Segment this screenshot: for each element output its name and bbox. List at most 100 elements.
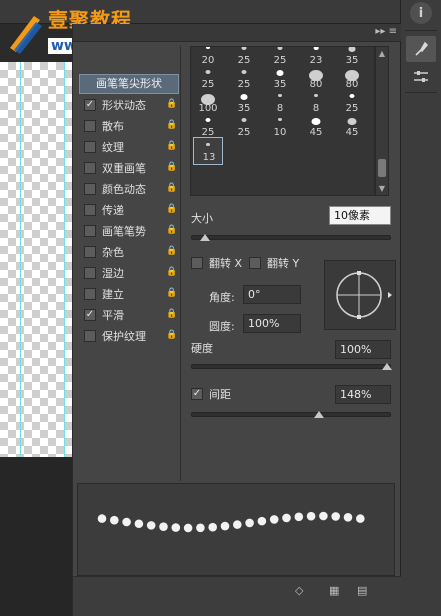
brush-tip-icon bbox=[349, 94, 355, 98]
size-slider-handle[interactable] bbox=[199, 234, 210, 241]
brush-option-row[interactable]: 保护纹理 🔒 bbox=[79, 325, 179, 346]
option-checkbox[interactable]: ✓ bbox=[84, 98, 96, 111]
lock-icon[interactable]: 🔒 bbox=[166, 226, 177, 235]
brush-preset[interactable]: 45 bbox=[301, 113, 331, 138]
brush-option-row[interactable]: 颜色动态 🔒 bbox=[79, 178, 179, 199]
brush-preset[interactable]: 8 bbox=[301, 89, 331, 114]
brush-icon[interactable] bbox=[406, 36, 436, 62]
brush-option-row[interactable]: ✓ 平滑 🔒 bbox=[79, 304, 179, 325]
option-checkbox[interactable] bbox=[84, 266, 96, 279]
brush-preset[interactable]: 13 bbox=[193, 137, 223, 165]
flip-x-option[interactable]: 翻转 X bbox=[191, 255, 242, 271]
option-checkbox[interactable] bbox=[84, 182, 96, 195]
brush-option-row[interactable]: 双重画笔 🔒 bbox=[79, 157, 179, 178]
brush-preset[interactable]: 20 bbox=[193, 47, 223, 66]
grid-icon[interactable]: ▦ bbox=[329, 585, 343, 597]
brush-preset[interactable]: 25 bbox=[265, 47, 295, 66]
brush-option-row[interactable]: 传递 🔒 bbox=[79, 199, 179, 220]
panel-menu-icon[interactable]: ▸▸ ≡ bbox=[375, 26, 397, 37]
brush-preset[interactable]: 25 bbox=[193, 113, 223, 138]
canvas-area[interactable] bbox=[0, 0, 72, 616]
brush-preset[interactable]: 25 bbox=[337, 89, 367, 114]
brush-preset[interactable]: 35 bbox=[337, 47, 367, 66]
lock-icon[interactable]: 🔒 bbox=[166, 289, 177, 298]
hardness-slider-handle[interactable] bbox=[382, 363, 392, 370]
lock-icon[interactable]: 🔒 bbox=[166, 163, 177, 172]
scroll-thumb[interactable] bbox=[378, 159, 386, 177]
option-checkbox[interactable]: ✓ bbox=[84, 308, 96, 321]
option-checkbox[interactable] bbox=[84, 287, 96, 300]
brush-preset[interactable]: 45 bbox=[337, 113, 367, 138]
brush-option-row[interactable]: 纹理 🔒 bbox=[79, 136, 179, 157]
size-input[interactable]: 10像素 bbox=[329, 206, 391, 225]
divider bbox=[405, 92, 437, 93]
angle-roundness-widget[interactable] bbox=[324, 260, 396, 330]
hardness-slider[interactable] bbox=[191, 363, 392, 370]
option-checkbox[interactable] bbox=[84, 140, 96, 153]
lock-icon[interactable]: 🔒 bbox=[166, 142, 177, 151]
option-checkbox[interactable] bbox=[84, 119, 96, 132]
brush-option-row[interactable]: 散布 🔒 bbox=[79, 115, 179, 136]
brush-preset[interactable]: 25 bbox=[229, 47, 259, 66]
lock-icon[interactable]: 🔒 bbox=[166, 121, 177, 130]
lock-icon[interactable]: 🔒 bbox=[166, 184, 177, 193]
brush-preset[interactable]: 25 bbox=[229, 65, 259, 90]
brush-preset[interactable]: 35 bbox=[229, 89, 259, 114]
spacing-slider-handle[interactable] bbox=[313, 411, 324, 418]
brush-option-row[interactable]: 建立 🔒 bbox=[79, 283, 179, 304]
stroke-dot bbox=[319, 511, 328, 521]
brush-preset[interactable]: 25 bbox=[229, 113, 259, 138]
brush-option-row[interactable]: ✓ 形状动态 🔒 bbox=[79, 94, 179, 115]
option-checkbox[interactable] bbox=[84, 224, 96, 237]
brush-preset[interactable]: 8 bbox=[265, 89, 295, 114]
brush-preset[interactable]: 23 bbox=[301, 47, 331, 66]
info-icon[interactable]: i bbox=[410, 2, 432, 24]
scroll-up-icon[interactable]: ▲ bbox=[377, 49, 387, 58]
brush-preset[interactable]: 80 bbox=[337, 65, 367, 90]
lock-icon[interactable]: 🔒 bbox=[166, 247, 177, 256]
brush-option-row[interactable]: 湿边 🔒 bbox=[79, 262, 179, 283]
spacing-input[interactable]: 148% bbox=[335, 385, 391, 404]
angle-input[interactable]: 0° bbox=[243, 285, 301, 304]
stroke-dot bbox=[306, 511, 316, 521]
preset-scrollbar[interactable]: ▲ ▼ bbox=[375, 46, 389, 196]
sliders-icon[interactable] bbox=[406, 64, 436, 90]
brush-tip-shape-button[interactable]: 画笔笔尖形状 bbox=[79, 74, 179, 94]
size-label: 大小 bbox=[191, 212, 213, 225]
hardness-input[interactable]: 100% bbox=[335, 340, 391, 359]
brush-panel: ▸▸ ≡ 画笔笔尖形状 ✓ 形状动态 🔒 散布 🔒 纹理 🔒 双重画笔 🔒 颜色动态 🔒 传递 🔒 画笔笔… bbox=[72, 24, 401, 616]
transparent-canvas[interactable] bbox=[0, 62, 72, 457]
brush-option-row[interactable]: 杂色 🔒 bbox=[79, 241, 179, 262]
lock-icon[interactable]: 🔒 bbox=[166, 205, 177, 214]
spacing-slider[interactable] bbox=[191, 411, 391, 418]
roundness-input[interactable]: 100% bbox=[243, 314, 301, 333]
option-label: 画笔笔势 bbox=[102, 224, 146, 238]
lock-icon[interactable]: 🔒 bbox=[166, 331, 177, 340]
option-checkbox[interactable] bbox=[84, 203, 96, 216]
scroll-down-icon[interactable]: ▼ bbox=[377, 184, 387, 193]
brush-preset[interactable]: 80 bbox=[301, 65, 331, 90]
option-checkbox[interactable] bbox=[84, 245, 96, 258]
toggle-preview-icon[interactable]: ◇ bbox=[295, 585, 309, 597]
new-preset-icon[interactable]: ▤ bbox=[357, 585, 371, 597]
brush-preset[interactable]: 25 bbox=[193, 65, 223, 90]
flip-y-checkbox[interactable] bbox=[249, 257, 261, 269]
option-label: 保护纹理 bbox=[102, 329, 146, 343]
spacing-option[interactable]: ✓ 间距 bbox=[191, 386, 231, 402]
brush-preset[interactable]: 100 bbox=[193, 89, 223, 114]
brush-option-row[interactable]: 画笔笔势 🔒 bbox=[79, 220, 179, 241]
lock-icon[interactable]: 🔒 bbox=[166, 100, 177, 109]
option-checkbox[interactable] bbox=[84, 329, 96, 342]
option-checkbox[interactable] bbox=[84, 161, 96, 174]
brush-preset-grid[interactable]: 20 25 25 23 35 25 25 35 80 80 100 35 8 8 25 25 25 10 45 45 1… bbox=[190, 46, 375, 196]
brush-preset[interactable]: 35 bbox=[265, 65, 295, 90]
brush-preset[interactable]: 10 bbox=[265, 113, 295, 138]
brush-tip-icon bbox=[206, 143, 210, 147]
flip-x-checkbox[interactable] bbox=[191, 257, 203, 269]
lock-icon[interactable]: 🔒 bbox=[166, 268, 177, 277]
size-slider[interactable] bbox=[191, 234, 391, 241]
flip-y-option[interactable]: 翻转 Y bbox=[249, 255, 299, 271]
spacing-checkbox[interactable]: ✓ bbox=[191, 388, 203, 400]
right-toolbar: i bbox=[400, 0, 441, 616]
lock-icon[interactable]: 🔒 bbox=[166, 310, 177, 319]
